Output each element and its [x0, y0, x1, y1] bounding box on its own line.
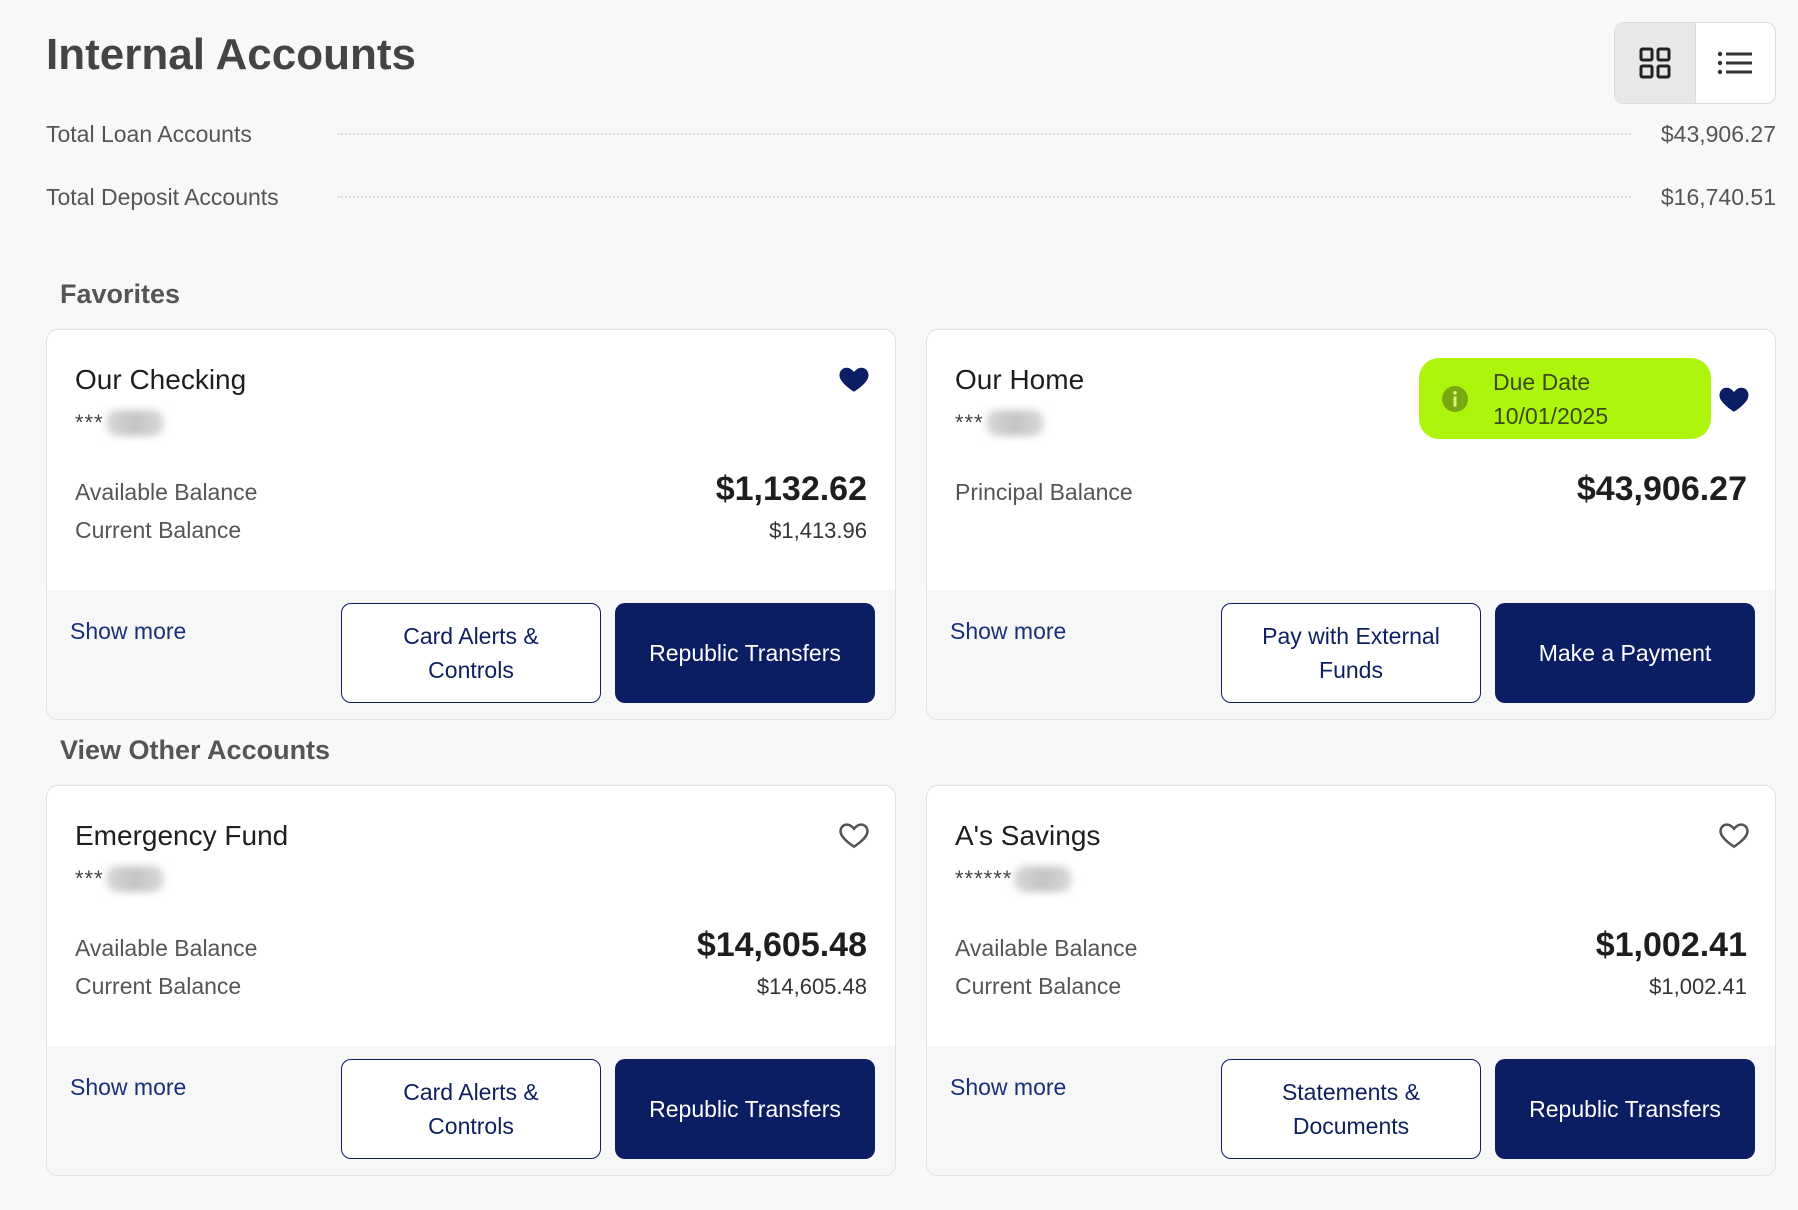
show-more-link[interactable]: Show more: [70, 1074, 186, 1101]
dotted-leader: [338, 133, 1631, 135]
heart-filled-icon[interactable]: [1717, 382, 1751, 416]
account-number: ***: [75, 410, 164, 436]
total-deposit-row: Total Deposit Accounts $16,740.51: [46, 177, 1776, 217]
show-more-link[interactable]: Show more: [950, 1074, 1066, 1101]
grid-view-button[interactable]: [1615, 23, 1696, 103]
available-balance-value: $14,605.48: [696, 926, 867, 964]
total-loan-row: Total Loan Accounts $43,906.27: [46, 114, 1776, 154]
account-card-as-savings: A's Savings ****** Available Balance $1,…: [926, 785, 1776, 1176]
view-toggle: [1614, 22, 1776, 104]
card-alerts-controls-button[interactable]: Card Alerts & Controls: [341, 603, 601, 703]
republic-transfers-button[interactable]: Republic Transfers: [615, 1059, 875, 1159]
masked-digits: [985, 410, 1044, 436]
total-deposit-value: $16,740.51: [1660, 183, 1776, 210]
available-balance-value: $1,002.41: [1595, 926, 1747, 964]
heart-filled-icon[interactable]: [837, 362, 871, 396]
account-card-emergency-fund: Emergency Fund *** Available Balance $14…: [46, 785, 896, 1176]
page-title: Internal Accounts: [46, 30, 416, 79]
principal-balance-value: $43,906.27: [1576, 470, 1747, 508]
account-name: Our Checking: [75, 364, 247, 395]
current-balance-row: Current Balance $14,605.48: [75, 973, 867, 999]
grid-icon: [1639, 47, 1671, 79]
account-name: Emergency Fund: [75, 820, 289, 851]
masked-digits: [105, 866, 164, 892]
masked-digits: [105, 410, 164, 436]
card-actions: Show more Card Alerts & Controls Republi…: [47, 590, 895, 719]
available-balance-row: Available Balance $1,002.41: [955, 926, 1747, 964]
total-loan-label: Total Loan Accounts: [46, 120, 252, 147]
card-alerts-controls-button[interactable]: Card Alerts & Controls: [341, 1059, 601, 1159]
account-number: ***: [955, 410, 1044, 436]
account-number: ***: [75, 866, 164, 892]
current-balance-value: $1,002.41: [1649, 974, 1747, 999]
current-balance-value: $14,605.48: [756, 974, 867, 999]
available-balance-row: Available Balance $1,132.62: [75, 470, 867, 508]
account-name: A's Savings: [955, 820, 1101, 851]
account-card-our-home: Our Home *** Due Date 10/01/2025 Princip…: [926, 329, 1776, 720]
republic-transfers-button[interactable]: Republic Transfers: [615, 603, 875, 703]
republic-transfers-button[interactable]: Republic Transfers: [1495, 1059, 1755, 1159]
principal-balance-row: Principal Balance $43,906.27: [955, 470, 1747, 508]
pay-with-external-funds-button[interactable]: Pay with External Funds: [1221, 603, 1481, 703]
account-name: Our Home: [955, 364, 1085, 395]
internal-accounts-page: Internal Accounts Total Loan Accounts $4…: [0, 0, 1798, 1210]
heart-outline-icon[interactable]: [837, 818, 871, 852]
available-balance-row: Available Balance $14,605.48: [75, 926, 867, 964]
list-icon: [1718, 51, 1753, 75]
masked-digits: [1014, 866, 1073, 892]
show-more-link[interactable]: Show more: [950, 618, 1066, 645]
account-card-our-checking: Our Checking *** Available Balance $1,13…: [46, 329, 896, 720]
card-actions: Show more Pay with External Funds Make a…: [927, 590, 1775, 719]
dotted-leader: [338, 196, 1631, 198]
due-date-value: 10/01/2025: [1493, 402, 1609, 429]
due-date-badge: Due Date 10/01/2025: [1419, 358, 1711, 439]
show-more-link[interactable]: Show more: [70, 618, 186, 645]
current-balance-row: Current Balance $1,002.41: [955, 973, 1747, 999]
total-loan-value: $43,906.27: [1660, 120, 1776, 147]
current-balance-value: $1,413.96: [769, 518, 867, 543]
current-balance-row: Current Balance $1,413.96: [75, 517, 867, 543]
card-actions: Show more Card Alerts & Controls Republi…: [47, 1046, 895, 1175]
account-number: ******: [955, 866, 1073, 892]
list-view-button[interactable]: [1696, 23, 1776, 103]
info-icon: [1442, 385, 1468, 412]
due-date-label: Due Date: [1493, 368, 1591, 395]
other-accounts-heading: View Other Accounts: [60, 735, 331, 765]
favorites-heading: Favorites: [60, 279, 181, 309]
make-a-payment-button[interactable]: Make a Payment: [1495, 603, 1755, 703]
total-deposit-label: Total Deposit Accounts: [46, 183, 279, 210]
statements-documents-button[interactable]: Statements & Documents: [1221, 1059, 1481, 1159]
heart-outline-icon[interactable]: [1717, 818, 1751, 852]
card-actions: Show more Statements & Documents Republi…: [927, 1046, 1775, 1175]
available-balance-value: $1,132.62: [715, 470, 867, 508]
